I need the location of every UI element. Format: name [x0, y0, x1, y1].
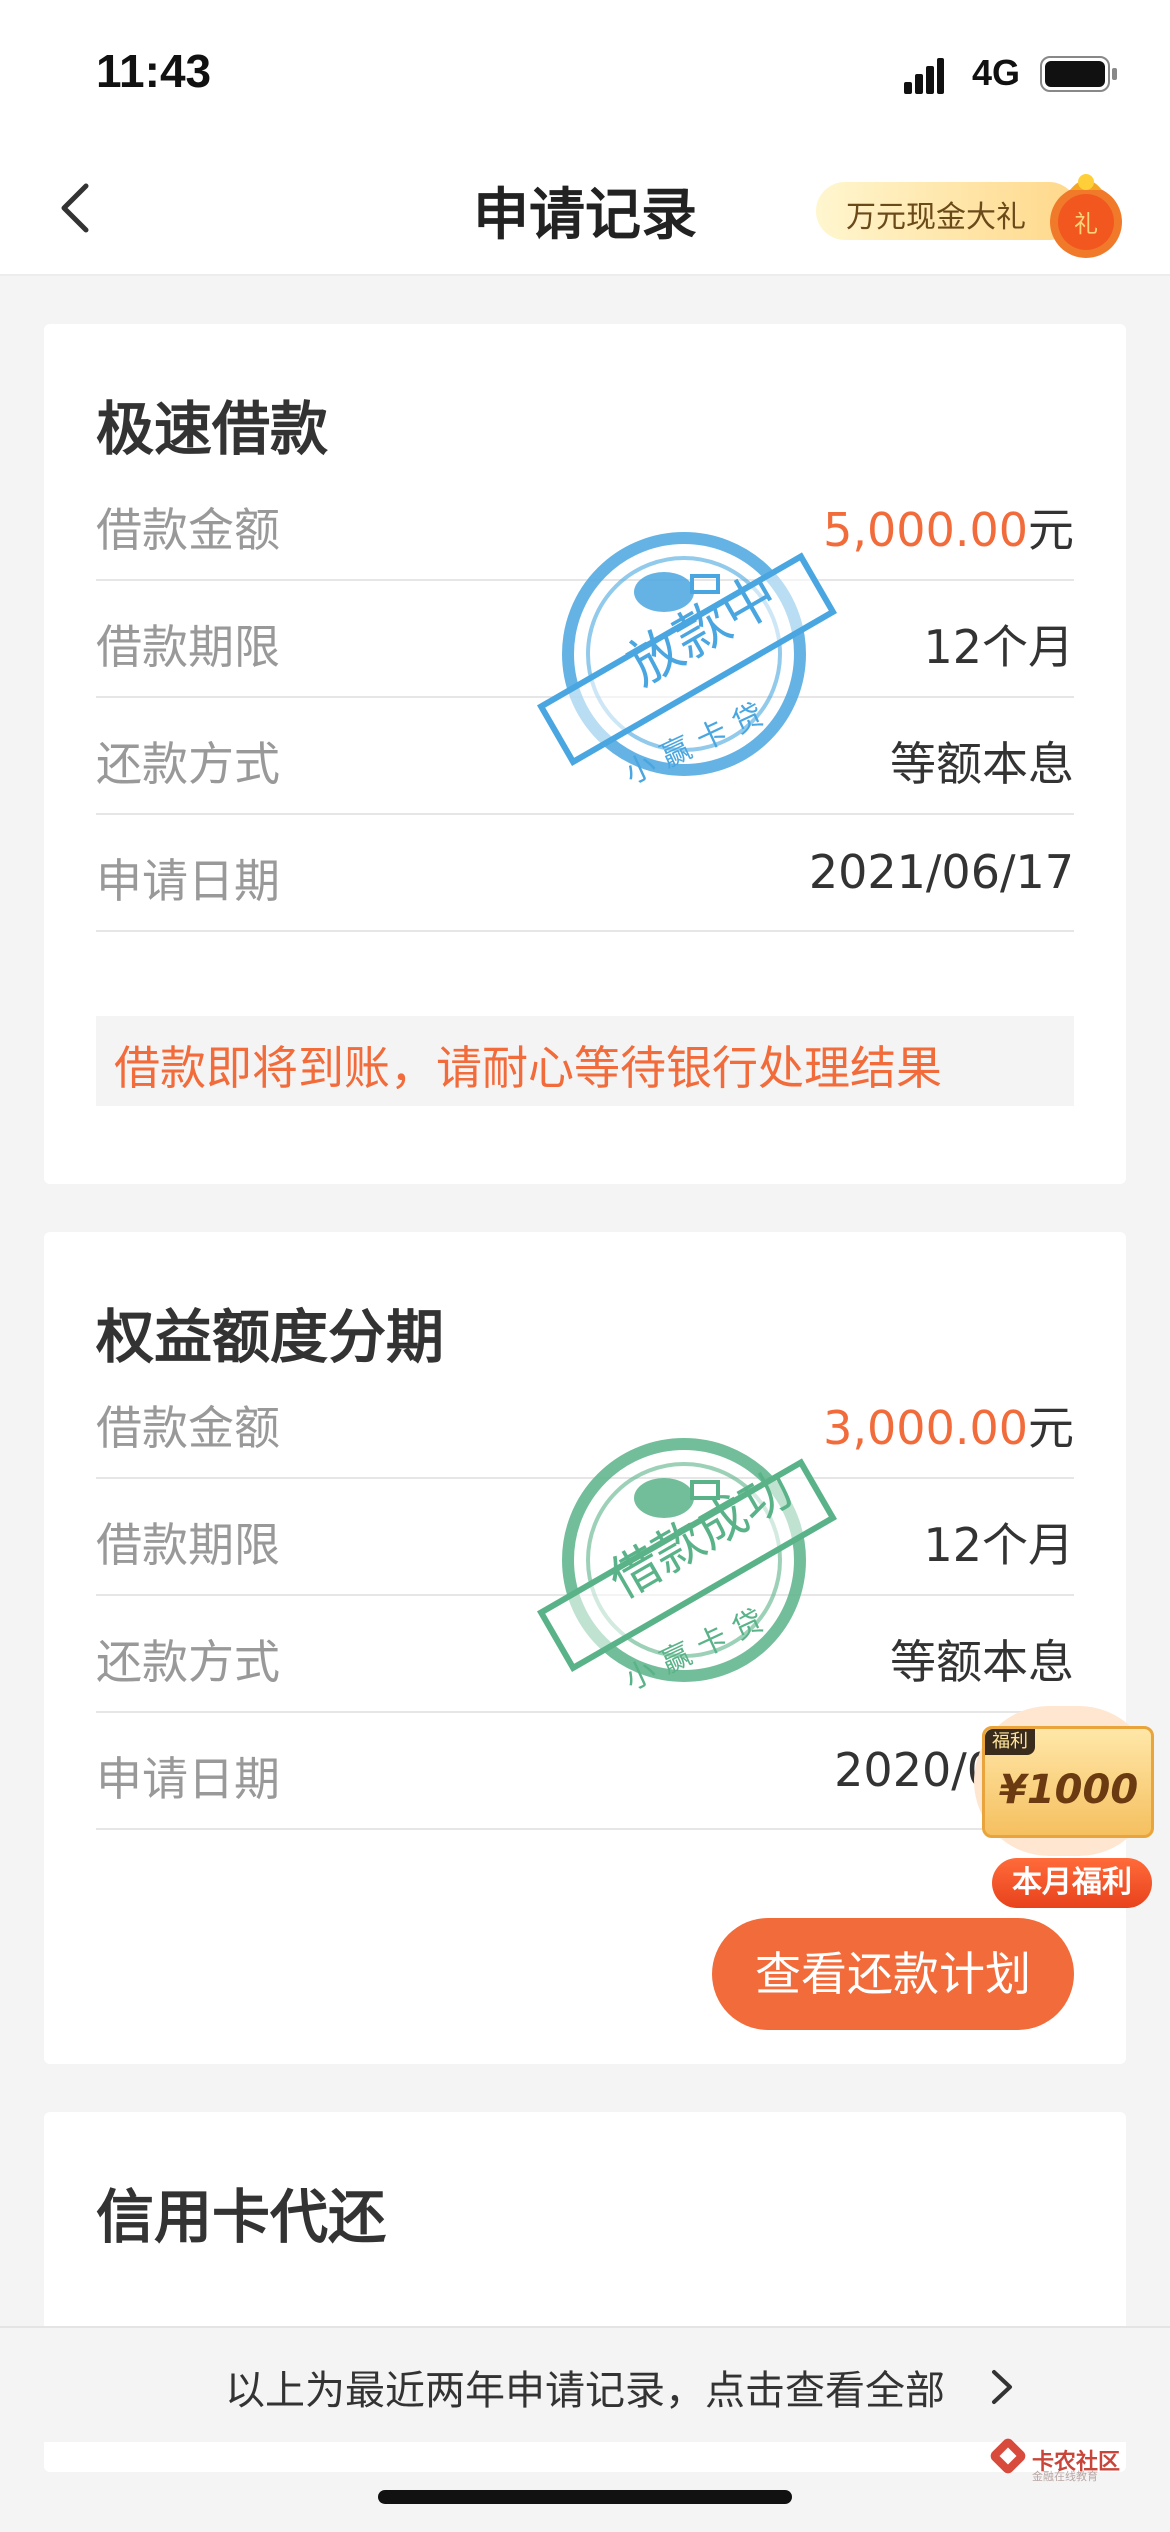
svg-text:礼: 礼 — [1074, 210, 1098, 238]
status-stamp-disbursing: 小 赢 卡 贷 放款中 — [524, 524, 844, 792]
amount-unit: 元 — [1028, 503, 1074, 557]
promo-banner[interactable]: 万元现金大礼 — [816, 182, 1078, 240]
row-value: 2021/06/17 — [808, 845, 1074, 899]
row-label: 申请日期 — [96, 854, 280, 908]
signal-icon — [904, 58, 944, 94]
status-bar: 11:43 4G — [0, 0, 1170, 140]
view-all-records-bar[interactable]: 以上为最近两年申请记录，点击查看全部 — [0, 2326, 1170, 2442]
gift-bag-icon[interactable]: 礼 — [1040, 162, 1132, 262]
card-title: 信用卡代还 — [96, 2183, 387, 2251]
promo-text: 万元现金大礼 — [846, 200, 1026, 235]
nav-bar: 申请记录 万元现金大礼 礼 — [0, 140, 1170, 276]
row-label: 借款金额 — [96, 1401, 280, 1455]
row-value: 12个月 — [923, 620, 1074, 674]
row-label: 借款期限 — [96, 620, 280, 674]
notice-box: 借款即将到账，请耐心等待银行处理结果 — [96, 1016, 1074, 1106]
watermark-subtext: 金融在线教育 — [1032, 2470, 1098, 2483]
amount-unit: 元 — [1028, 1401, 1074, 1455]
row-label: 借款金额 — [96, 503, 280, 557]
home-indicator[interactable] — [378, 2490, 792, 2504]
view-repayment-plan-button[interactable]: 查看还款计划 — [712, 1918, 1074, 2030]
reward-amount: ¥1000 — [999, 1767, 1139, 1813]
battery-icon — [1040, 56, 1117, 92]
notice-text: 借款即将到账，请耐心等待银行处理结果 — [114, 1041, 942, 1095]
watermark-icon — [990, 2438, 1026, 2474]
loan-amount: 3,000.00 — [823, 1401, 1028, 1455]
network-label: 4G — [972, 52, 1021, 93]
loan-card-installment: 权益额度分期 借款金额 3,000.00元 借款期限 12个月 还款方式 等额本… — [44, 1232, 1126, 2064]
row-value: 5,000.00元 — [823, 494, 1074, 560]
chevron-right-icon — [992, 2370, 1012, 2404]
watermark-logo: 卡农社区 金融在线教育 — [990, 2438, 1150, 2483]
row-label: 还款方式 — [96, 737, 280, 791]
row-value: 等额本息 — [890, 1635, 1074, 1689]
row-label: 借款期限 — [96, 1518, 280, 1572]
row-label: 还款方式 — [96, 1635, 280, 1689]
reward-tag: 福利 — [985, 1729, 1035, 1755]
status-time: 11:43 — [96, 45, 212, 97]
row-value: 3,000.00元 — [823, 1392, 1074, 1458]
loan-amount: 5,000.00 — [823, 503, 1028, 557]
row-label: 申请日期 — [96, 1752, 280, 1806]
loan-card-fast: 极速借款 借款金额 5,000.00元 借款期限 12个月 还款方式 等额本息 … — [44, 324, 1126, 1184]
row-value: 等额本息 — [890, 737, 1074, 791]
row-apply-date: 申请日期 2021/06/17 — [96, 815, 1074, 932]
monthly-reward-widget[interactable]: 福利 ¥1000 本月福利 — [962, 1706, 1166, 1908]
row-value: 12个月 — [923, 1518, 1074, 1572]
reward-ticket: 福利 ¥1000 — [982, 1726, 1154, 1838]
reward-label: 本月福利 — [992, 1858, 1152, 1908]
status-stamp-success: 小 赢 卡 贷 借款成功 — [524, 1430, 844, 1698]
row-apply-date: 申请日期 2020/0 — [96, 1713, 1074, 1830]
card-title: 极速借款 — [96, 395, 329, 463]
